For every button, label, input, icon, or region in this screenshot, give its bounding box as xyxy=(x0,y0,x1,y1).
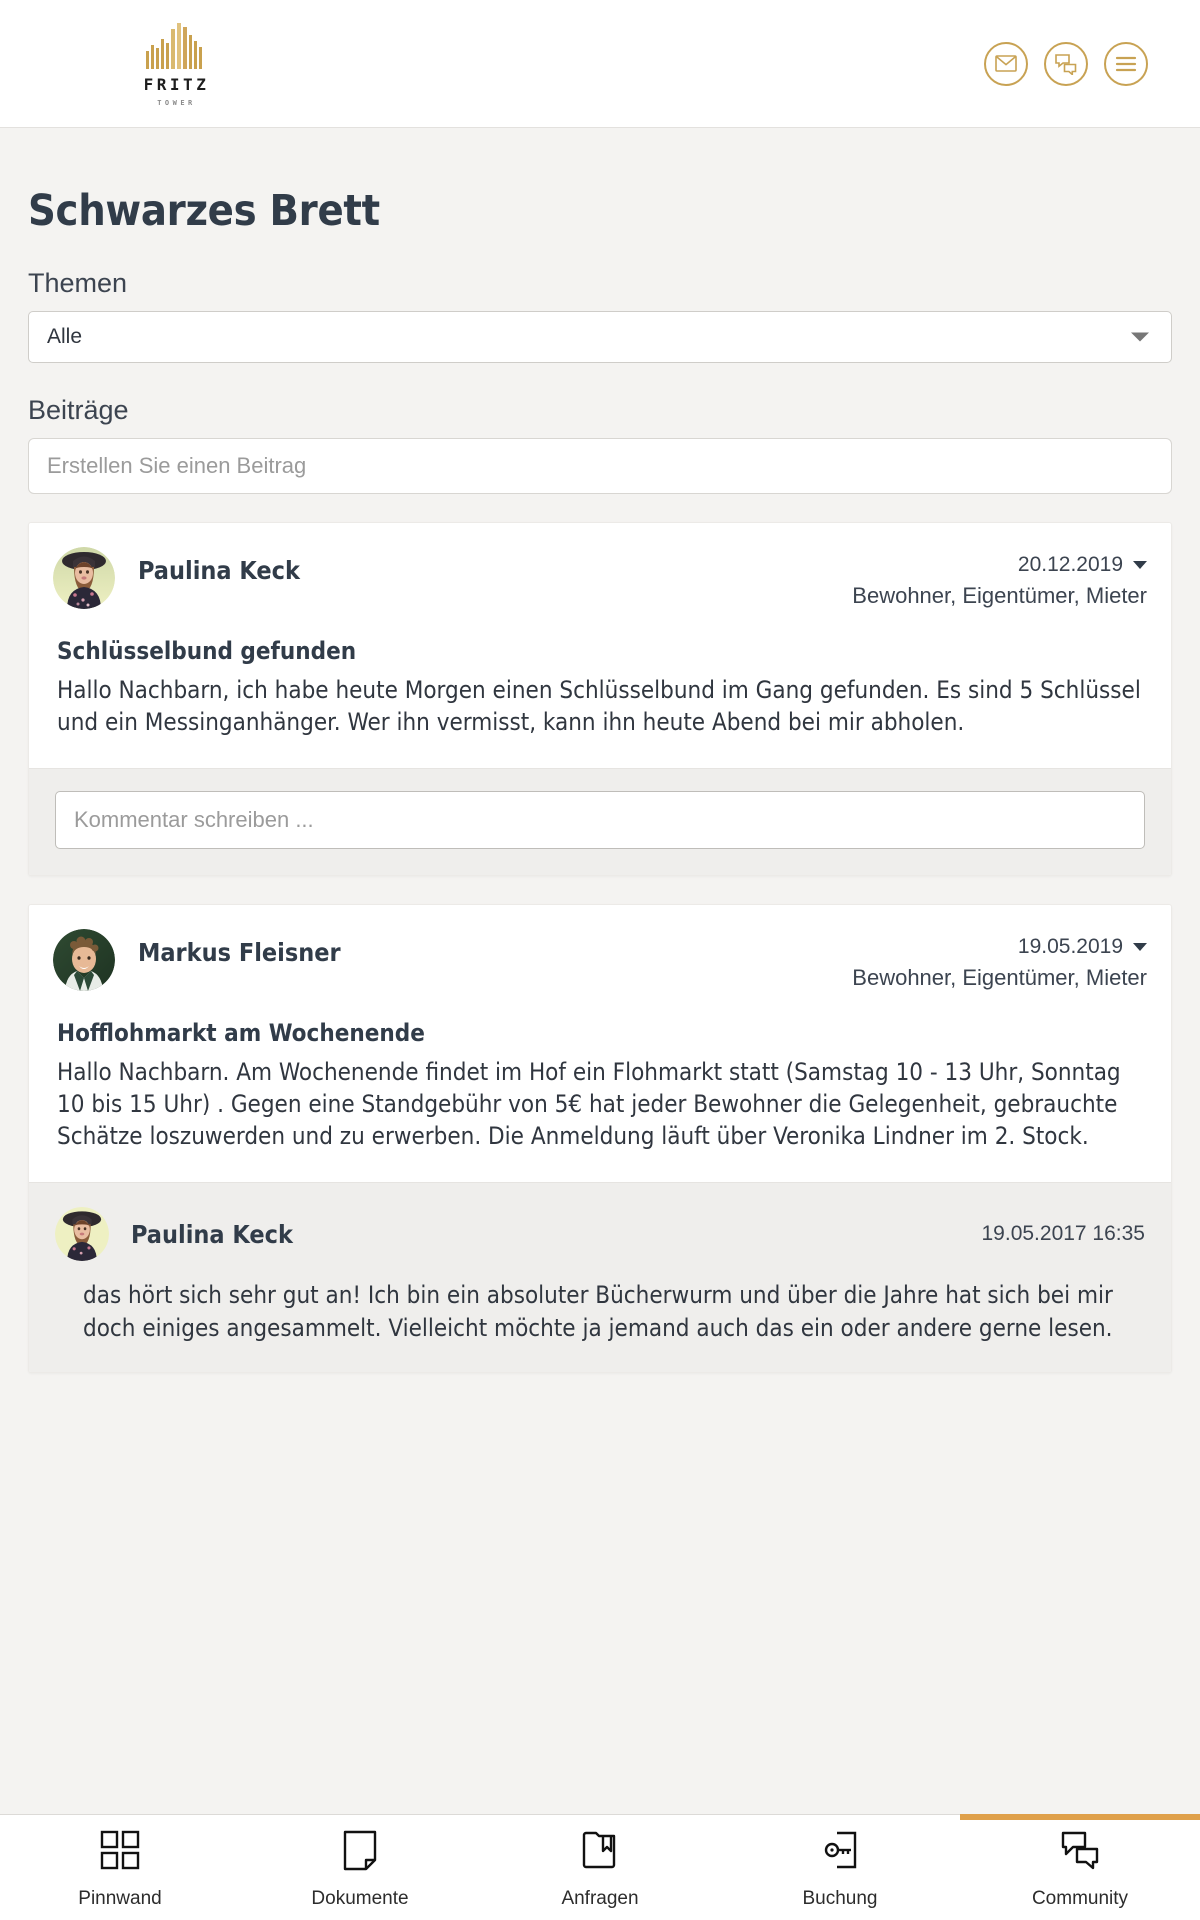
logo-wordmark: FRITZ xyxy=(143,74,210,94)
grid-icon xyxy=(99,1829,141,1876)
tower-logo-icon xyxy=(144,21,206,74)
post-menu-chevron-down-icon[interactable] xyxy=(1133,561,1147,569)
nav-label-anfragen: Anfragen xyxy=(561,1888,639,1909)
post-body: Hallo Nachbarn. Am Wochenende findet im … xyxy=(57,1058,1121,1150)
topics-select[interactable]: Alle xyxy=(28,311,1172,363)
post-date: 19.05.2019 xyxy=(1017,935,1123,959)
nav-item-anfragen[interactable]: Anfragen xyxy=(480,1815,720,1920)
nav-item-buchung[interactable]: Buchung xyxy=(720,1815,960,1920)
chat-icon[interactable] xyxy=(1044,41,1088,86)
header-actions xyxy=(984,41,1148,86)
post-header: Markus Fleisner 19.05.2019 Bewohner, Eig… xyxy=(29,905,1171,992)
chat-bubbles-icon xyxy=(1059,1829,1101,1876)
nav-item-community[interactable]: Community xyxy=(960,1814,1200,1920)
nav-label-dokumente: Dokumente xyxy=(311,1888,409,1909)
post-author: Paulina Keck xyxy=(138,556,300,585)
app-root: FRITZ TOWER Schwarzes Brett Themen Alle … xyxy=(0,0,1200,1920)
post-roles: Bewohner, Eigentümer, Mieter xyxy=(852,965,1147,991)
main-content: Schwarzes Brett Themen Alle Beiträge Ers… xyxy=(0,128,1200,1920)
post-body: Hallo Nachbarn, ich habe heute Morgen ei… xyxy=(57,676,1141,736)
brand-logo[interactable]: FRITZ TOWER xyxy=(130,21,220,107)
avatar[interactable] xyxy=(53,547,115,609)
post-header: Paulina Keck 20.12.2019 Bewohner, Eigent… xyxy=(29,523,1171,609)
mail-icon[interactable] xyxy=(984,41,1028,86)
post-author: Markus Fleisner xyxy=(138,938,341,968)
comment-body: das hört sich sehr gut an! Ich bin ein a… xyxy=(83,1281,1113,1343)
post-date-row: 20.12.2019 xyxy=(852,553,1147,577)
comment-header: Paulina Keck 19.05.2017 16:35 xyxy=(55,1207,1146,1262)
nav-label-community: Community xyxy=(1031,1888,1129,1909)
chevron-down-icon xyxy=(1131,332,1149,342)
menu-icon[interactable] xyxy=(1104,41,1148,86)
page-title: Schwarzes Brett xyxy=(28,186,380,236)
post-meta: 20.12.2019 Bewohner, Eigentümer, Mieter xyxy=(852,547,1147,609)
avatar[interactable] xyxy=(55,1207,109,1262)
bottom-navigation: Pinnwand Dokumente Anfragen Buchung Comm… xyxy=(0,1814,1200,1920)
topics-label: Themen xyxy=(28,268,128,298)
post-menu-chevron-down-icon[interactable] xyxy=(1133,943,1147,952)
key-door-icon xyxy=(819,1829,861,1876)
document-icon xyxy=(339,1829,381,1876)
nav-label-pinnwand: Pinnwand xyxy=(78,1888,162,1909)
comment-timestamp: 19.05.2017 16:35 xyxy=(981,1222,1146,1246)
nav-item-pinnwand[interactable]: Pinnwand xyxy=(0,1815,240,1920)
post-card: Markus Fleisner 19.05.2019 Bewohner, Eig… xyxy=(28,904,1172,1373)
nav-item-dokumente[interactable]: Dokumente xyxy=(240,1815,480,1920)
create-post-input[interactable]: Erstellen Sie einen Beitrag xyxy=(28,438,1172,494)
post-card: Paulina Keck 20.12.2019 Bewohner, Eigent… xyxy=(28,522,1172,877)
comment-item: Paulina Keck 19.05.2017 16:35 das hört s… xyxy=(29,1182,1171,1372)
post-date-row: 19.05.2019 xyxy=(852,935,1147,959)
post-title: Hofflohmarkt am Wochenende xyxy=(57,1019,425,1048)
post-title: Schlüsselbund gefunden xyxy=(57,637,357,665)
comment-author: Paulina Keck xyxy=(131,1219,293,1249)
comment-zone: Kommentar schreiben ... xyxy=(29,768,1171,876)
avatar[interactable] xyxy=(53,929,115,992)
posts-label: Beiträge xyxy=(28,395,129,425)
nav-label-buchung: Buchung xyxy=(802,1888,878,1909)
folder-bookmark-icon xyxy=(579,1829,621,1876)
app-header: FRITZ TOWER xyxy=(0,0,1200,128)
logo-subtitle: TOWER xyxy=(157,98,196,107)
post-date: 20.12.2019 xyxy=(1017,553,1123,576)
post-roles: Bewohner, Eigentümer, Mieter xyxy=(852,583,1147,608)
comment-input[interactable]: Kommentar schreiben ... xyxy=(55,791,1145,850)
topics-select-value: Alle xyxy=(47,325,83,348)
post-meta: 19.05.2019 Bewohner, Eigentümer, Mieter xyxy=(852,929,1147,991)
